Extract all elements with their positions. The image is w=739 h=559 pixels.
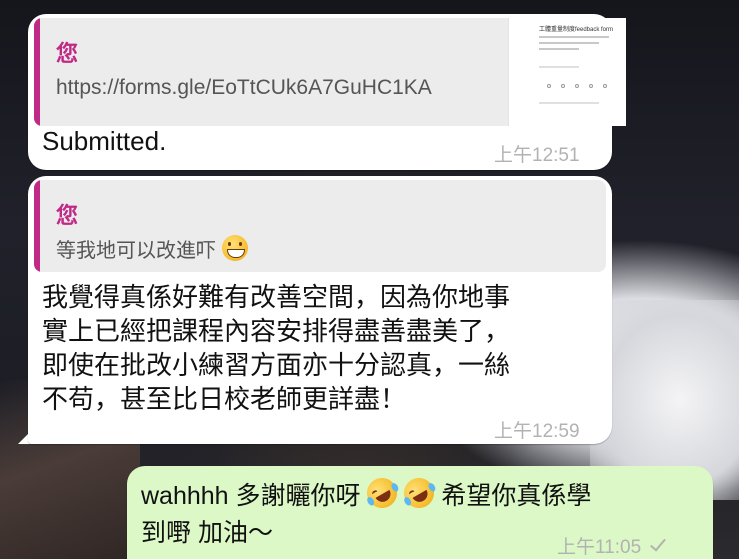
message-text-line: 實上已經把課程內容安排得盡善盡美了，	[42, 316, 511, 346]
quote-link-text: https://forms.gle/EoTtCUk6A7GuHC1KA	[56, 76, 432, 99]
thumbnail-radio-icon	[603, 84, 607, 88]
rolling-on-floor-laughing-emoji-icon	[361, 472, 403, 514]
thumbnail-radio-icon	[589, 84, 593, 88]
message-text-line: 我覺得真係好難有改善空間，因為你地事	[42, 282, 511, 312]
message-text: Submitted.	[42, 126, 167, 156]
quote-text: 等我地可以改進吓	[56, 234, 248, 263]
thumbnail-line	[539, 36, 609, 38]
quote-accent-bar	[34, 180, 40, 272]
thumbnail-radio-icon	[575, 84, 579, 88]
thumbnail-line	[539, 66, 579, 68]
message-text-line: 不苟，甚至比日校老師更詳盡！	[42, 384, 407, 414]
message-text-line: wahhhh 多謝曬你呀 希望你真係學	[141, 472, 592, 514]
message-timestamp: 上午11:05	[557, 532, 667, 559]
message-bubble-incoming[interactable]: 您 等我地可以改進吓 我覺得真係好難有改善空間，因為你地事 實上已經把課程內容安…	[28, 176, 612, 444]
message-timestamp: 上午12:51	[494, 145, 580, 166]
link-preview-thumbnail[interactable]: 工體重量制度feedback form	[508, 18, 626, 126]
quote-author: 您	[56, 41, 79, 66]
message-text-segment: 希望你真係學	[441, 482, 592, 510]
message-timestamp: 上午12:59	[494, 421, 580, 442]
thumbnail-radio-icon	[547, 84, 551, 88]
quoted-message[interactable]: 您 等我地可以改進吓	[34, 180, 606, 272]
thumbnail-line	[539, 48, 579, 50]
quoted-message[interactable]: 您 https://forms.gle/EoTtCUk6A7GuHC1KA	[34, 18, 514, 126]
message-text-line: 到嘢 加油～	[141, 519, 273, 547]
thumbnail-radio-icon	[561, 84, 565, 88]
quote-author: 您	[56, 203, 79, 228]
quote-text-content: 等我地可以改進吓	[56, 240, 216, 262]
quote-accent-bar	[34, 18, 40, 126]
message-text-segment: wahhhh 多謝曬你呀	[141, 482, 361, 510]
rolling-on-floor-laughing-emoji-icon	[398, 472, 440, 514]
message-time-label: 上午11:05	[557, 537, 642, 558]
thumbnail-line	[539, 42, 599, 44]
sent-check-icon	[650, 534, 667, 552]
message-text-line: 即使在批改小練習方面亦十分認真，一絲	[42, 350, 511, 380]
message-bubble-outgoing[interactable]: wahhhh 多謝曬你呀 希望你真係學 到嘢 加油～ 上午11:05	[127, 466, 713, 559]
link-preview-title: 工體重量制度feedback form	[539, 27, 614, 33]
thumbnail-line	[539, 102, 599, 104]
grinning-face-emoji-icon	[221, 235, 248, 261]
message-bubble-incoming[interactable]: 您 https://forms.gle/EoTtCUk6A7GuHC1KA 工體…	[28, 14, 626, 170]
